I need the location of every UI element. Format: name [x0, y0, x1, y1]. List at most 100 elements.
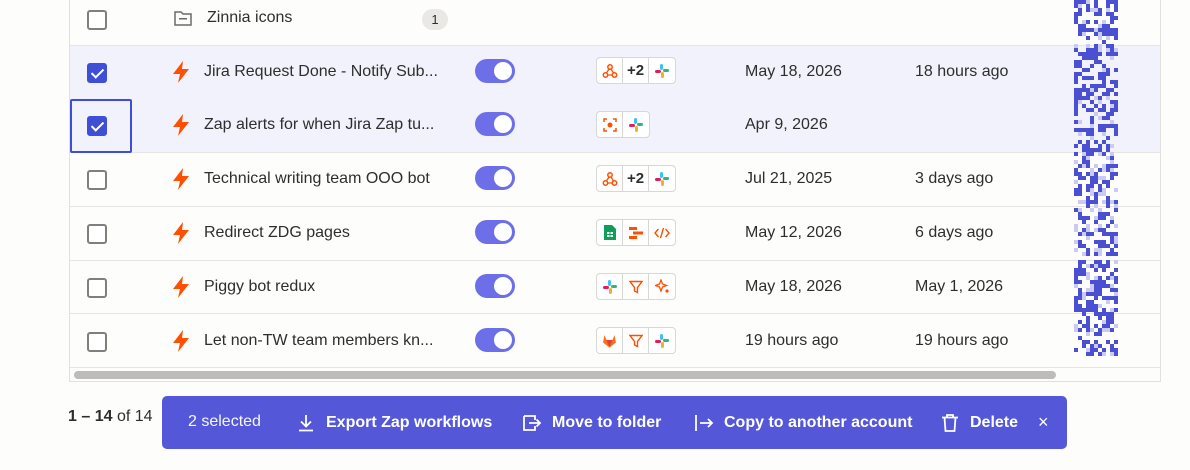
avatar-pixel [1090, 128, 1094, 132]
zap-status-toggle[interactable] [475, 328, 515, 352]
avatar-pixel [1094, 32, 1098, 36]
avatar-pixel [1114, 276, 1118, 280]
avatar-pixel [1086, 188, 1090, 192]
avatar-pixel [1094, 172, 1098, 176]
folder-row[interactable]: Zinnia icons 1 [70, 0, 1160, 46]
table-row[interactable]: Redirect ZDG pages May 12, 2026 6 days a… [70, 207, 1160, 261]
avatar-pixel [1078, 164, 1082, 168]
avatar-pixel [1098, 8, 1102, 12]
avatar-pixel [1082, 104, 1086, 108]
avatar-pixel [1114, 80, 1118, 84]
delete-button[interactable]: Delete [940, 396, 1018, 449]
table-row[interactable]: Technical writing team OOO bot +2 Jul 21… [70, 153, 1160, 207]
row-checkbox[interactable] [87, 332, 107, 352]
horizontal-scrollbar[interactable] [74, 371, 1056, 379]
avatar-pixel [1114, 252, 1118, 256]
avatar-pixel [1074, 268, 1078, 272]
sheets-icon [597, 220, 623, 245]
avatar-pixel [1102, 68, 1106, 72]
avatar-pixel [1110, 232, 1114, 236]
avatar-pixel [1102, 28, 1106, 32]
export-button[interactable]: Export Zap workflows [296, 396, 492, 449]
folder-name[interactable]: Zinnia icons [207, 9, 453, 27]
zap-name[interactable]: Jira Request Done - Notify Sub... [204, 63, 450, 81]
avatar-pixel [1090, 288, 1094, 292]
zap-status-toggle[interactable] [475, 112, 515, 136]
avatar-pixel [1106, 252, 1110, 256]
row-checkbox[interactable] [87, 278, 107, 298]
move-to-folder-button[interactable]: Move to folder [522, 396, 661, 449]
avatar-pixel [1098, 216, 1102, 220]
zap-status-toggle[interactable] [475, 220, 515, 244]
avatar-pixel [1102, 264, 1106, 268]
avatar-pixel [1098, 76, 1102, 80]
avatar-pixel [1102, 348, 1106, 352]
zap-name[interactable]: Technical writing team OOO bot [204, 170, 450, 188]
avatar-pixel [1074, 120, 1078, 124]
avatar-pixel [1074, 276, 1078, 280]
avatar-pixel [1094, 344, 1098, 348]
zap-status-toggle[interactable] [475, 166, 515, 190]
formatter-icon [623, 220, 649, 245]
pagination-total: of 14 [116, 408, 153, 425]
avatar-pixel [1090, 264, 1094, 268]
avatar-pixel [1074, 44, 1078, 48]
avatar-pixel [1094, 56, 1098, 60]
avatar-pixel [1082, 176, 1086, 180]
table-row[interactable]: Piggy bot redux May 18, 2026 May 1, 2026 [70, 260, 1160, 314]
close-selection-button[interactable]: × [1038, 396, 1049, 449]
avatar-pixel [1086, 156, 1090, 160]
avatar-pixel [1102, 280, 1106, 284]
avatar-pixel [1074, 168, 1078, 172]
avatar-pixel [1110, 348, 1114, 352]
row-checkbox[interactable] [87, 170, 107, 190]
table-row[interactable]: Let non-TW team members kn... 19 hours a… [70, 314, 1160, 368]
zap-name[interactable]: Piggy bot redux [204, 278, 450, 296]
avatar-pixel [1094, 248, 1098, 252]
avatar-pixel [1110, 88, 1114, 92]
avatar-pixel [1090, 48, 1094, 52]
avatar-pixel [1102, 320, 1106, 324]
avatar-pixel [1082, 344, 1086, 348]
last-run: 19 hours ago [915, 332, 1009, 349]
created-date: May 12, 2026 [745, 224, 842, 241]
row-checkbox[interactable] [87, 10, 107, 30]
created-date: Jul 21, 2025 [745, 170, 833, 187]
avatar-pixel [1074, 348, 1078, 352]
zap-name[interactable]: Redirect ZDG pages [204, 224, 450, 242]
row-checkbox[interactable] [87, 116, 107, 136]
avatar-pixel [1106, 32, 1110, 36]
avatar-pixel [1094, 292, 1098, 296]
avatar-pixel [1098, 304, 1102, 308]
table-row[interactable]: Jira Request Done - Notify Sub... +2 May… [70, 46, 1160, 100]
avatar-pixel [1098, 316, 1102, 320]
avatar-pixel [1074, 160, 1078, 164]
avatar-pixel [1094, 20, 1098, 24]
avatar-pixel [1082, 228, 1086, 232]
copy-account-button[interactable]: Copy to another account [694, 396, 912, 449]
zap-name[interactable]: Let non-TW team members kn... [204, 332, 450, 350]
zap-name[interactable]: Zap alerts for when Jira Zap tu... [204, 116, 450, 134]
avatar-pixel [1078, 64, 1082, 68]
avatar-pixel [1102, 20, 1106, 24]
avatar-pixel [1102, 124, 1106, 128]
zap-status-toggle[interactable] [475, 274, 515, 298]
avatar-pixel [1106, 244, 1110, 248]
avatar-pixel [1074, 20, 1078, 24]
avatar-pixel [1098, 36, 1102, 40]
table-row[interactable]: Zap alerts for when Jira Zap tu... Apr 9… [70, 99, 1160, 153]
row-checkbox[interactable] [87, 63, 107, 83]
avatar-pixel [1078, 92, 1082, 96]
avatar-pixel [1078, 240, 1082, 244]
avatar-pixel [1082, 232, 1086, 236]
row-checkbox[interactable] [87, 224, 107, 244]
avatar-pixel [1110, 144, 1114, 148]
zap-status-toggle[interactable] [475, 59, 515, 83]
avatar-pixel [1106, 196, 1110, 200]
avatar-pixel [1098, 208, 1102, 212]
pagination-summary: 1 – 14 of 14 [68, 408, 153, 426]
avatar-pixel [1090, 192, 1094, 196]
avatar-pixel [1082, 0, 1086, 4]
avatar-pixel [1094, 180, 1098, 184]
avatar-pixel [1094, 220, 1098, 224]
